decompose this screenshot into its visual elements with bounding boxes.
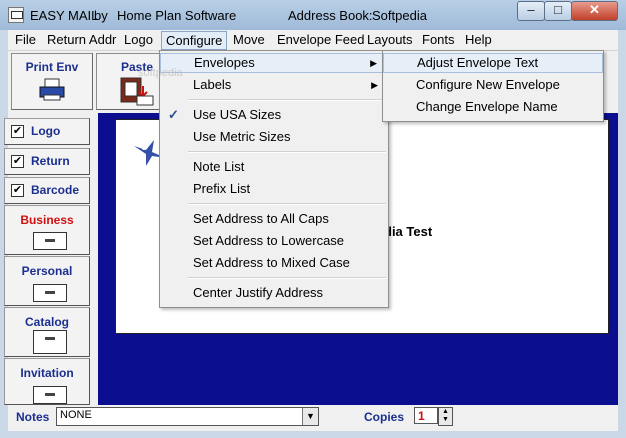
configure-menu: Envelopes ▶ Labels ▶ ✓ Use USA Sizes Use… [159,50,389,308]
spin-down-icon[interactable]: ▼ [439,416,452,424]
print-envelope-button[interactable]: Print Env [11,53,93,110]
category-business-label: Business [20,213,74,227]
envelope-icon [33,330,67,354]
close-button[interactable]: ✕ [571,1,618,21]
logo-toggle-label: Logo [31,124,61,138]
address-book-label: Address Book: [288,8,373,23]
return-toggle[interactable]: ✔ Return [4,148,90,175]
envelope-icon [33,232,67,250]
submenu-item-configure-new-envelope[interactable]: Configure New Envelope [383,75,603,95]
menu-item-envelopes[interactable]: Envelopes ▶ [160,53,388,73]
title-bar: EASY MAIL by Home Plan Software Address … [0,0,626,30]
chevron-down-icon[interactable]: ▼ [302,408,318,425]
submenu-arrow-icon: ▶ [371,80,378,90]
menu-fonts[interactable]: Fonts [422,30,455,50]
menu-envelope-feed[interactable]: Envelope Feed [277,30,364,50]
category-business[interactable]: Business [4,205,90,255]
envelope-icon [33,284,67,302]
minimize-button[interactable]: – [517,1,545,21]
address-book-name: Softpedia [372,8,427,23]
notes-value: NONE [60,409,92,421]
menu-logo[interactable]: Logo [124,30,153,50]
logo-toggle[interactable]: ✔ Logo [4,118,90,145]
submenu-item-change-envelope-name[interactable]: Change Envelope Name [383,97,603,117]
checkmark-icon: ✓ [168,107,179,122]
barcode-checkbox[interactable]: ✔ [11,184,24,197]
submenu-arrow-icon: ▶ [370,58,377,68]
menu-item-labels[interactable]: Labels ▶ [160,75,388,95]
return-checkbox[interactable]: ✔ [11,155,24,168]
submenu-item-adjust-envelope-text[interactable]: Adjust Envelope Text [383,53,603,73]
watermark-text: softpedia [138,67,183,79]
window-title-company: Home Plan Software [117,8,237,23]
menu-item-all-caps[interactable]: Set Address to All Caps [160,209,388,229]
menu-separator [188,203,386,205]
menu-file[interactable]: File [15,30,36,50]
menu-item-center-justify[interactable]: Center Justify Address [160,283,388,303]
logo-checkbox[interactable]: ✔ [11,125,24,138]
notes-label: Notes [16,410,50,424]
maximize-button[interactable]: □ [544,1,572,21]
notes-dropdown[interactable]: NONE ▼ [56,407,319,426]
barcode-toggle-label: Barcode [31,183,80,197]
spin-up-icon[interactable]: ▲ [439,408,452,416]
return-toggle-label: Return [31,154,70,168]
menu-item-use-usa-sizes[interactable]: ✓ Use USA Sizes [160,105,388,125]
window-title-by: by [94,8,108,23]
copies-spinner[interactable]: ▲ ▼ [438,407,453,426]
copies-input[interactable]: 1 [414,407,438,424]
menu-bar: File Return Addr Logo Configure Move Env… [8,30,618,51]
barcode-toggle[interactable]: ✔ Barcode [4,177,90,204]
menu-help[interactable]: Help [465,30,492,50]
category-personal[interactable]: Personal [4,256,90,306]
paste-button[interactable]: Paste [96,53,164,110]
print-envelope-label: Print Env [25,60,79,74]
printer-icon [39,78,65,101]
menu-separator [188,277,386,279]
category-invitation[interactable]: Invitation [4,358,90,405]
app-icon [8,7,24,23]
menu-move[interactable]: Move [233,30,265,50]
window-title-app: EASY MAIL [30,8,99,23]
app-window: EASY MAIL by Home Plan Software Address … [0,0,626,438]
menu-item-prefix-list[interactable]: Prefix List [160,179,388,199]
category-personal-label: Personal [21,264,73,278]
copies-label: Copies [364,410,405,424]
recipient-address-text: dia Test [384,224,433,239]
envelope-icon [33,386,67,404]
menu-layouts[interactable]: Layouts [367,30,413,50]
envelopes-submenu: Adjust Envelope Text Configure New Envel… [382,50,604,122]
menu-item-mixed-case[interactable]: Set Address to Mixed Case [160,253,388,273]
menu-item-note-list[interactable]: Note List [160,157,388,177]
menu-separator [188,99,386,101]
category-catalog-label: Catalog [24,315,69,329]
menu-item-lowercase[interactable]: Set Address to Lowercase [160,231,388,251]
category-catalog[interactable]: Catalog [4,307,90,357]
menu-return-addr[interactable]: Return Addr [47,30,116,50]
menu-configure[interactable]: Configure [161,31,228,50]
paste-clipboard-icon [120,77,154,106]
menu-item-use-metric-sizes[interactable]: Use Metric Sizes [160,127,388,147]
category-invitation-label: Invitation [20,366,74,380]
menu-separator [188,151,386,153]
